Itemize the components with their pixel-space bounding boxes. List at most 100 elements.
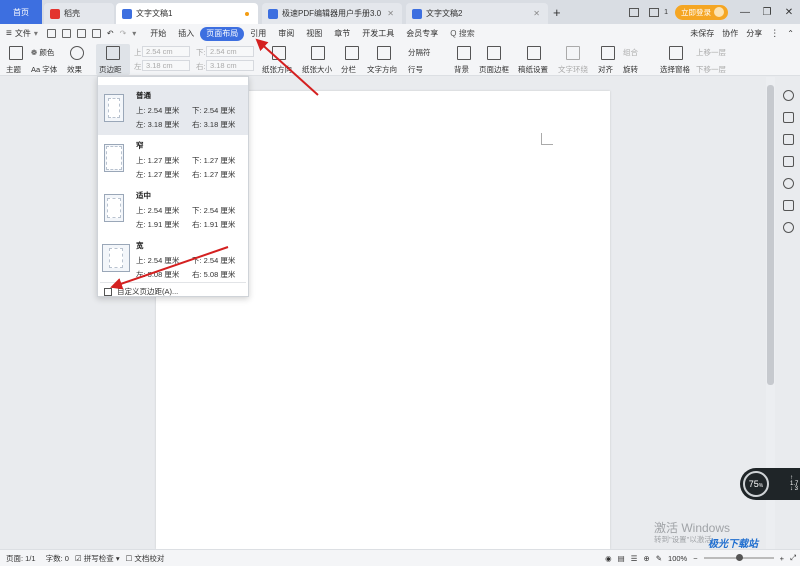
line-number-button[interactable]: 行号: [408, 64, 423, 75]
zoom-level[interactable]: 100%: [668, 554, 687, 563]
menu-review[interactable]: 审阅: [272, 27, 300, 41]
menu-page-layout[interactable]: 页面布局: [200, 26, 245, 41]
margin-preset-narrow[interactable]: 窄 上: 1.27 厘米 下: 1.27 厘米 左: 1.27 厘米 右: 1.…: [98, 135, 248, 185]
top-margin-input[interactable]: 2.54 cm: [142, 46, 190, 57]
chevron-down-icon[interactable]: ▾: [34, 29, 38, 38]
paper-size-icon[interactable]: [311, 46, 325, 60]
unsaved-status[interactable]: 未保存: [690, 28, 714, 39]
left-margin-input[interactable]: 3.18 cm: [142, 60, 190, 71]
write-icon[interactable]: ✎: [656, 554, 662, 563]
minimize-icon[interactable]: —: [734, 7, 756, 18]
zoom-slider-knob[interactable]: [735, 554, 743, 561]
background-icon[interactable]: [457, 46, 471, 60]
web-view-icon[interactable]: ⊕: [643, 554, 649, 563]
color-button[interactable]: ❁ 颜色: [31, 47, 54, 58]
image-icon[interactable]: [782, 200, 794, 211]
close-window-icon[interactable]: ✕: [778, 7, 800, 18]
effect-icon[interactable]: [70, 46, 84, 60]
orientation-button[interactable]: 纸张方向: [262, 64, 292, 75]
close-icon[interactable]: ✕: [533, 9, 540, 18]
select-pane-button[interactable]: 选择窗格: [660, 64, 690, 75]
tab-home[interactable]: 首页: [0, 0, 42, 24]
page-border-button[interactable]: 页面边框: [479, 64, 509, 75]
pen-icon[interactable]: [782, 112, 794, 123]
menu-home[interactable]: 开始: [144, 27, 172, 41]
tab-daoke[interactable]: 稻壳: [44, 3, 114, 24]
view-controls: ◉ ▤ ☰ ⊕ ✎ 100% − + ⤢: [605, 550, 796, 566]
page-border-icon[interactable]: [487, 46, 501, 60]
network-speed-widget[interactable]: 75% ↑ 1.7 ↓ 3: [740, 468, 800, 500]
theme-button[interactable]: 主题: [6, 64, 21, 75]
maximize-icon[interactable]: ❐: [756, 7, 778, 18]
collapse-ribbon-icon[interactable]: ⌃: [787, 29, 794, 38]
columns-icon[interactable]: [345, 46, 359, 60]
effect-button[interactable]: 效果: [67, 64, 82, 75]
proofread-button[interactable]: ☐ 文档校对: [126, 553, 165, 564]
margin-preset-moderate[interactable]: 适中 上: 2.54 厘米 下: 2.54 厘米 左: 1.91 厘米 右: 1…: [98, 185, 248, 235]
text-direction-button[interactable]: 文字方向: [367, 64, 397, 75]
print-preview-icon[interactable]: [91, 29, 101, 38]
collaborate-button[interactable]: 协作: [722, 28, 738, 39]
zoom-slider[interactable]: [703, 554, 774, 561]
rocket-icon[interactable]: [782, 90, 794, 101]
word-count[interactable]: 字数: 0: [46, 553, 69, 564]
redo-icon[interactable]: ↷: [120, 29, 127, 38]
folder-icon[interactable]: [46, 29, 56, 38]
background-button[interactable]: 背景: [454, 64, 469, 75]
text-direction-icon[interactable]: [377, 46, 391, 60]
save-icon[interactable]: [61, 29, 71, 38]
share-button[interactable]: 分享: [746, 28, 762, 39]
new-tab-button[interactable]: +: [553, 5, 561, 20]
scrollbar-thumb[interactable]: [767, 85, 774, 385]
cursor-icon[interactable]: [782, 134, 794, 145]
draft-settings-button[interactable]: 稿纸设置: [518, 64, 548, 75]
menu-developer[interactable]: 开发工具: [356, 27, 400, 41]
custom-margin-item[interactable]: 自定义页边距(A)...: [104, 286, 178, 297]
zoom-out-icon[interactable]: −: [693, 554, 697, 563]
print-icon[interactable]: [76, 29, 86, 38]
tab-document2[interactable]: 文字文稿2 ✕: [406, 3, 548, 24]
window-grid-icon[interactable]: [649, 7, 660, 17]
hamburger-icon[interactable]: ≡: [6, 28, 12, 39]
file-menu[interactable]: 文件: [15, 28, 31, 39]
menu-member[interactable]: 会员专享: [400, 27, 444, 41]
columns-button[interactable]: 分栏: [341, 64, 356, 75]
login-button[interactable]: 立即登录: [675, 4, 728, 20]
search-menu[interactable]: Q 搜索: [444, 27, 480, 41]
select-pane-icon[interactable]: [669, 46, 683, 60]
help-icon[interactable]: [782, 178, 794, 189]
zoom-in-icon[interactable]: +: [780, 554, 784, 563]
tab-pdf-manual[interactable]: 极速PDF编辑器用户手册3.0 ✕: [262, 3, 402, 24]
menu-view[interactable]: 视图: [300, 27, 328, 41]
page-count[interactable]: 页面: 1/1: [6, 553, 36, 564]
orientation-icon[interactable]: [272, 46, 286, 60]
draft-settings-icon[interactable]: [527, 46, 541, 60]
align-icon[interactable]: [601, 46, 615, 60]
undo-icon[interactable]: ↶: [107, 29, 114, 38]
paper-size-button[interactable]: 纸张大小: [302, 64, 332, 75]
bottom-margin-input[interactable]: 2.54 cm: [206, 46, 254, 57]
rotate-button[interactable]: 旋转: [623, 64, 638, 75]
font-button[interactable]: Aa 字体: [31, 64, 57, 75]
more-icon[interactable]: ⋮: [770, 28, 779, 39]
align-button[interactable]: 对齐: [598, 64, 613, 75]
fit-icon[interactable]: ⤢: [790, 553, 796, 563]
menu-references[interactable]: 引用: [244, 27, 272, 41]
right-margin-input[interactable]: 3.18 cm: [206, 60, 254, 71]
outline-view-icon[interactable]: ☰: [631, 554, 638, 563]
menu-section[interactable]: 章节: [328, 27, 356, 41]
menu-insert[interactable]: 插入: [172, 27, 200, 41]
sliders-icon[interactable]: [782, 156, 794, 167]
location-icon[interactable]: [782, 222, 794, 233]
spell-check-button[interactable]: ☑ 拼写检查 ▾: [75, 553, 120, 564]
page-view-icon[interactable]: ▤: [618, 554, 625, 563]
layout-icon[interactable]: [629, 7, 640, 17]
tab-document1[interactable]: 文字文稿1: [116, 3, 258, 24]
close-icon[interactable]: ✕: [387, 9, 394, 18]
theme-icon[interactable]: [9, 46, 23, 60]
customize-chevron-icon[interactable]: ▾: [132, 29, 136, 38]
margin-preset-wide[interactable]: 宽 上: 2.54 厘米 下: 2.54 厘米 左: 5.08 厘米 右: 5.…: [98, 235, 248, 285]
section-break-button[interactable]: 分隔符: [408, 47, 431, 58]
margin-preset-normal[interactable]: 普通 上: 2.54 厘米 下: 2.54 厘米 左: 3.18 厘米 右: 3…: [98, 85, 248, 135]
eye-icon[interactable]: ◉: [605, 554, 612, 563]
